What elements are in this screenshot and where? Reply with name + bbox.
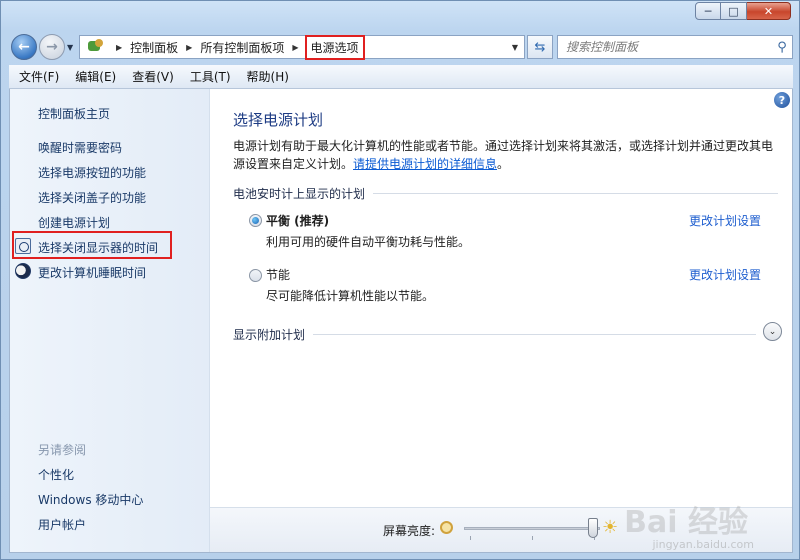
page-title: 选择电源计划 xyxy=(233,111,324,129)
back-button[interactable]: ← xyxy=(11,34,37,60)
monitor-clock-icon xyxy=(15,238,31,254)
menu-edit[interactable]: 编辑(E) xyxy=(67,65,124,88)
control-panel-window: ─ □ ✕ ← → ▼ ▶ 控制面板 ▶ 所有控制面板项 ▶ 电源选项 ▼ ⇆ … xyxy=(0,0,800,560)
brightness-slider-track[interactable] xyxy=(464,527,600,530)
battery-section-label: 电池安时计上显示的计划 xyxy=(233,187,366,201)
caption-buttons: ─ □ ✕ xyxy=(695,2,791,20)
slider-tick xyxy=(532,536,533,540)
close-button[interactable]: ✕ xyxy=(747,2,791,20)
back-arrow-icon: ← xyxy=(18,39,30,55)
sidebar-control-panel-home[interactable]: 控制面板主页 xyxy=(38,105,110,122)
breadcrumb-all-items[interactable]: 所有控制面板项 xyxy=(200,39,284,56)
plan-balanced-desc: 利用可用的硬件自动平衡功耗与性能。 xyxy=(266,235,471,249)
dim-brightness-icon xyxy=(440,521,453,534)
task-sidebar: 控制面板主页 唤醒时需要密码 选择电源按钮的功能 选择关闭盖子的功能 创建电源计… xyxy=(10,89,210,552)
menu-file[interactable]: 文件(F) xyxy=(11,65,67,88)
address-bar[interactable]: ▶ 控制面板 ▶ 所有控制面板项 ▶ 电源选项 ▼ xyxy=(79,34,525,60)
sidebar-item-display-off-time[interactable]: 选择关闭显示器的时间 xyxy=(38,239,158,256)
chevron-down-icon: ⌄ xyxy=(768,326,777,337)
expand-additional-plans-button[interactable]: ⌄ xyxy=(763,322,782,341)
menu-tools[interactable]: 工具(T) xyxy=(182,65,239,88)
minimize-button[interactable]: ─ xyxy=(695,2,721,20)
additional-plans-heading[interactable]: 显示附加计划 xyxy=(233,326,756,343)
menu-view[interactable]: 查看(V) xyxy=(124,65,182,88)
brightness-label: 屏幕亮度: xyxy=(383,524,436,538)
search-box[interactable]: ⚲ xyxy=(557,35,793,59)
battery-section-heading: 电池安时计上显示的计划 xyxy=(233,185,778,202)
plan-powersaver-radio[interactable] xyxy=(249,269,262,282)
breadcrumb-separator-icon[interactable]: ▶ xyxy=(116,43,122,52)
navigation-bar: ← → ▼ ▶ 控制面板 ▶ 所有控制面板项 ▶ 电源选项 ▼ ⇆ ⚲ xyxy=(9,31,793,61)
plan-details-link[interactable]: 请提供电源计划的详细信息 xyxy=(353,157,497,171)
refresh-button[interactable]: ⇆ xyxy=(527,35,553,59)
search-icon[interactable]: ⚲ xyxy=(772,40,792,55)
plan-balanced-radio[interactable] xyxy=(249,214,262,227)
sidebar-item-create-plan[interactable]: 创建电源计划 xyxy=(38,214,110,231)
refresh-icon: ⇆ xyxy=(534,39,546,55)
breadcrumb-separator-icon[interactable]: ▶ xyxy=(292,43,298,52)
sidebar-item-power-button[interactable]: 选择电源按钮的功能 xyxy=(38,164,146,181)
plan-powersaver-name[interactable]: 节能 xyxy=(266,266,290,283)
moon-icon xyxy=(15,263,31,279)
baidu-watermark-logo: Bai 经验 xyxy=(624,505,748,540)
plan-balanced-settings-link[interactable]: 更改计划设置 xyxy=(689,212,761,229)
sidebar-item-lid-close[interactable]: 选择关闭盖子的功能 xyxy=(38,189,146,206)
maximize-button[interactable]: □ xyxy=(721,2,747,20)
breadcrumb-power-options[interactable]: 电源选项 xyxy=(304,34,365,60)
section-divider xyxy=(313,334,756,335)
plan-powersaver-desc: 尽可能降低计算机性能以节能。 xyxy=(266,289,435,303)
brightness-bar: 屏幕亮度: ☀ Bai 经验 jingyan.baidu.com xyxy=(210,505,792,552)
sidebar-item-mobility-center[interactable]: Windows 移动中心 xyxy=(38,491,143,508)
breadcrumb-separator-icon[interactable]: ▶ xyxy=(186,43,192,52)
see-also-heading: 另请参阅 xyxy=(38,443,87,457)
intro-end: 。 xyxy=(497,157,510,171)
content-area: 控制面板主页 唤醒时需要密码 选择电源按钮的功能 选择关闭盖子的功能 创建电源计… xyxy=(9,89,793,553)
control-panel-icon xyxy=(86,38,106,56)
brightness-slider-thumb[interactable] xyxy=(588,518,599,538)
intro-text: 电源计划有助于最大化计算机的性能或者节能。通过选择计划来将其激活，或选择计划并通… xyxy=(233,137,781,173)
forward-button[interactable]: → xyxy=(39,34,65,60)
plan-powersaver-settings-link[interactable]: 更改计划设置 xyxy=(689,266,761,283)
bright-sun-icon: ☀ xyxy=(602,517,619,538)
sidebar-item-wake-password[interactable]: 唤醒时需要密码 xyxy=(38,139,122,156)
menu-help[interactable]: 帮助(H) xyxy=(239,65,297,88)
sidebar-item-user-accounts[interactable]: 用户帐户 xyxy=(38,516,86,533)
recent-pages-dropdown-icon[interactable]: ▼ xyxy=(67,43,73,52)
baidu-watermark-url: jingyan.baidu.com xyxy=(652,538,754,551)
main-panel: ? 选择电源计划 电源计划有助于最大化计算机的性能或者节能。通过选择计划来将其激… xyxy=(210,89,792,552)
menu-bar: 文件(F) 编辑(E) 查看(V) 工具(T) 帮助(H) xyxy=(9,65,793,89)
slider-tick xyxy=(470,536,471,540)
section-divider xyxy=(373,193,778,194)
sidebar-item-personalization[interactable]: 个性化 xyxy=(38,466,74,483)
search-input[interactable] xyxy=(558,40,772,54)
breadcrumb-control-panel[interactable]: 控制面板 xyxy=(130,39,178,56)
plan-balanced-name[interactable]: 平衡 (推荐) xyxy=(266,212,329,229)
sidebar-item-sleep-time[interactable]: 更改计算机睡眠时间 xyxy=(38,264,146,281)
additional-plans-label[interactable]: 显示附加计划 xyxy=(233,326,305,343)
help-icon[interactable]: ? xyxy=(774,92,790,108)
forward-arrow-icon: → xyxy=(46,39,58,55)
address-dropdown-icon[interactable]: ▼ xyxy=(512,43,518,52)
